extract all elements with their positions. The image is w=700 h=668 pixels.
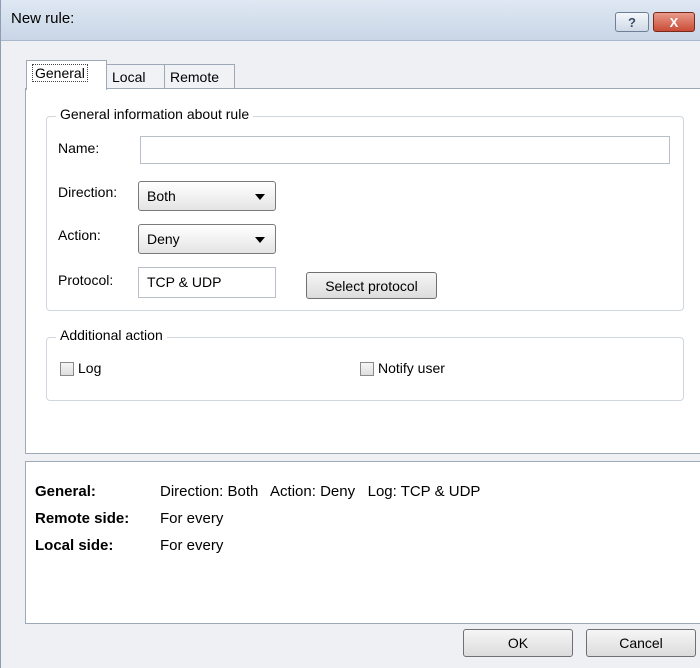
tab-general[interactable]: General — [26, 60, 107, 90]
summary-remote-value: For every — [160, 510, 224, 527]
cancel-button[interactable]: Cancel — [586, 629, 696, 657]
log-label: Log — [78, 360, 102, 376]
chevron-down-icon — [255, 194, 265, 200]
select-protocol-button[interactable]: Select protocol — [306, 272, 437, 299]
direction-label: Direction: — [58, 184, 118, 200]
close-button[interactable]: X — [653, 12, 695, 32]
help-button[interactable]: ? — [615, 12, 649, 32]
additional-action-legend: Additional action — [56, 327, 167, 343]
rule-summary-panel: General: Direction: Both Action: Deny Lo… — [25, 461, 700, 624]
help-icon: ? — [628, 14, 636, 30]
general-info-legend: General information about rule — [56, 106, 254, 122]
action-label: Action: — [58, 227, 101, 243]
summary-local-key: Local side: — [35, 537, 114, 554]
summary-general-value: Direction: Both Action: Deny Log: TCP & … — [160, 483, 481, 500]
tab-remote[interactable]: Remote — [164, 64, 235, 88]
general-tab-panel: General information about rule Name: Dir… — [25, 88, 700, 454]
direction-select[interactable]: Both — [138, 181, 276, 211]
summary-local-value: For every — [160, 537, 224, 554]
tab-local[interactable]: Local — [106, 64, 165, 88]
notify-user-label: Notify user — [378, 360, 445, 376]
name-field[interactable] — [140, 136, 670, 164]
close-icon: X — [669, 14, 679, 30]
notify-user-checkbox[interactable] — [360, 362, 374, 376]
name-label: Name: — [58, 140, 100, 156]
action-select[interactable]: Deny — [138, 224, 276, 254]
ok-button[interactable]: OK — [463, 629, 573, 657]
window-title: New rule: — [11, 10, 75, 27]
summary-remote-key: Remote side: — [35, 510, 130, 527]
log-checkbox[interactable] — [60, 362, 74, 376]
new-rule-dialog: New rule: ? X General Local Remote Gener… — [0, 0, 700, 668]
protocol-label: Protocol: — [58, 272, 114, 288]
summary-general-key: General: — [35, 483, 96, 500]
protocol-field[interactable]: TCP & UDP — [138, 267, 276, 298]
title-bar: New rule: ? X — [1, 0, 700, 41]
chevron-down-icon — [255, 237, 265, 243]
